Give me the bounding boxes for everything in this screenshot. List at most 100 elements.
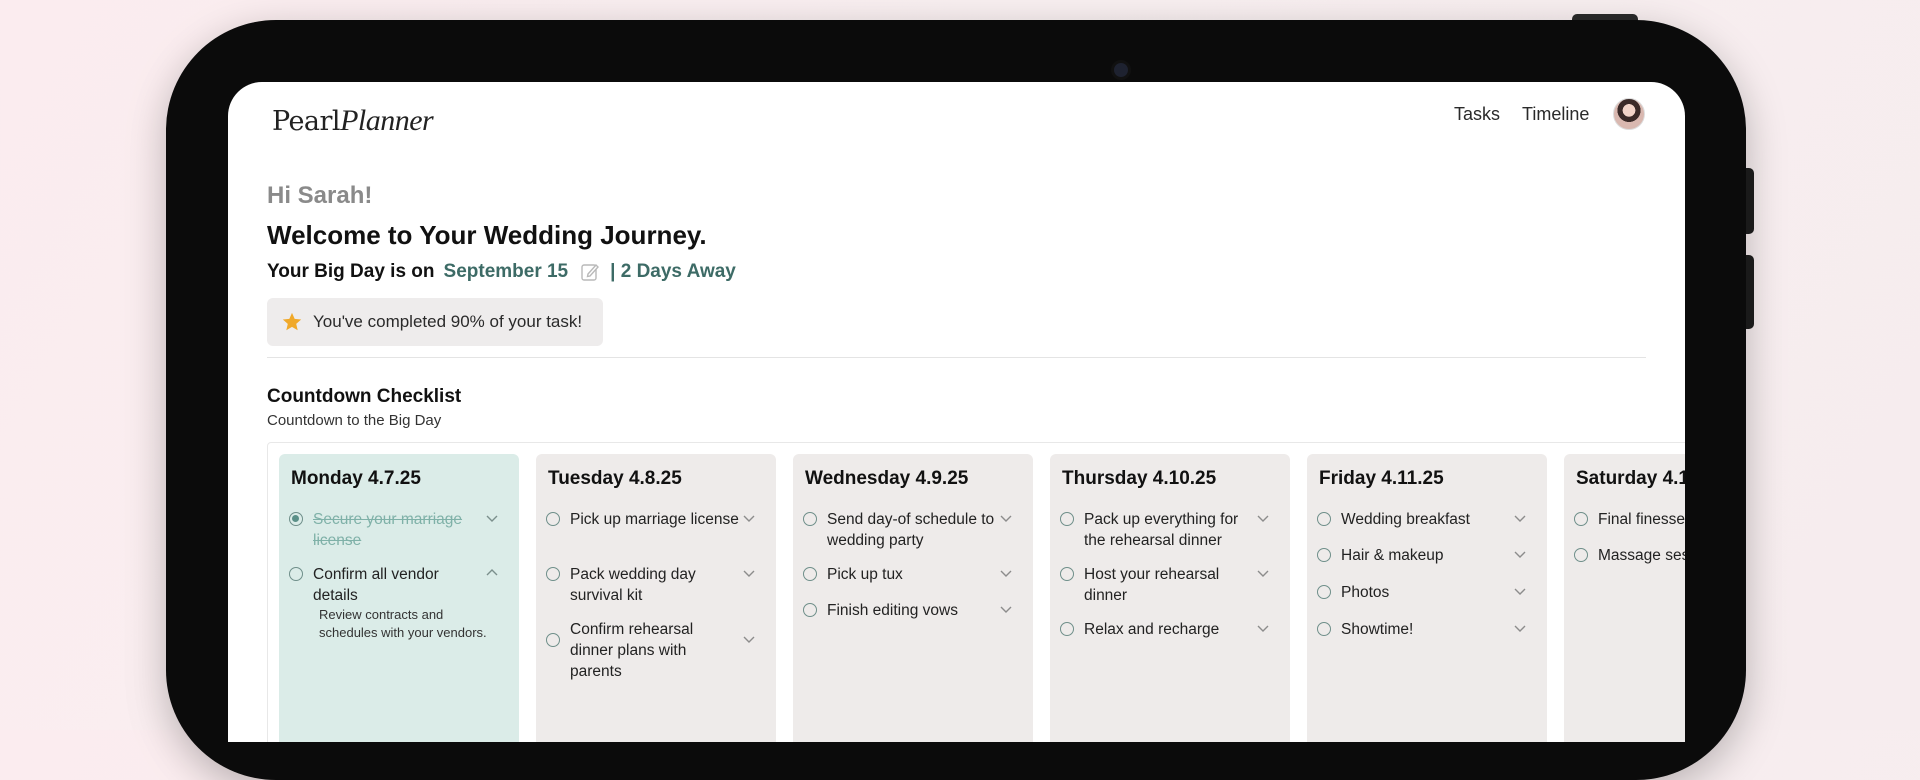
chevron-down-icon[interactable]	[1513, 623, 1527, 633]
task-checkbox[interactable]	[1317, 585, 1331, 599]
page-title: Welcome to Your Wedding Journey.	[267, 220, 707, 250]
task-item[interactable]: Finish editing vows	[803, 600, 1023, 621]
task-checkbox[interactable]	[1060, 512, 1074, 526]
day-column-tuesday: Tuesday 4.8.25 Pick up marriage license …	[536, 454, 776, 742]
avatar[interactable]	[1613, 98, 1645, 130]
chevron-down-icon[interactable]	[1256, 623, 1270, 633]
task-label: Relax and recharge	[1084, 621, 1220, 638]
big-day-line: Your Big Day is on September 15 | 2 Days…	[267, 261, 736, 283]
task-item[interactable]: Massage ses	[1574, 545, 1685, 566]
chevron-down-icon[interactable]	[742, 568, 756, 578]
top-bar: PearlPlanner Tasks Timeline	[228, 82, 1685, 162]
greeting: Hi Sarah!	[267, 182, 373, 209]
chevron-down-icon[interactable]	[999, 513, 1013, 523]
task-item[interactable]: Hair & makeup	[1317, 545, 1537, 566]
progress-banner: You've completed 90% of your task!	[267, 298, 603, 346]
nav-timeline[interactable]: Timeline	[1522, 104, 1589, 125]
chevron-down-icon[interactable]	[1513, 513, 1527, 523]
day-title: Monday 4.7.25	[291, 468, 421, 489]
day-column-saturday: Saturday 4.1 Final finesse Massage ses	[1564, 454, 1685, 742]
device-side-button	[1746, 168, 1754, 234]
wedding-date: September 15	[443, 261, 569, 282]
day-title: Thursday 4.10.25	[1062, 468, 1217, 489]
task-checkbox[interactable]	[803, 512, 817, 526]
task-checkbox[interactable]	[1574, 512, 1588, 526]
task-item[interactable]: Send day-of schedule to wedding party	[803, 509, 1023, 551]
task-label: Confirm all vendor details	[313, 566, 439, 604]
task-checkbox[interactable]	[1317, 548, 1331, 562]
task-item[interactable]: Pack wedding day survival kit	[546, 564, 766, 606]
day-title: Friday 4.11.25	[1319, 468, 1444, 489]
task-checkbox[interactable]	[289, 512, 303, 526]
task-item[interactable]: Confirm all vendor details	[289, 564, 509, 606]
task-label: Host your rehearsal dinner	[1084, 566, 1220, 604]
task-item[interactable]: Secure your marriage license	[289, 509, 509, 551]
task-checkbox[interactable]	[546, 567, 560, 581]
day-column-thursday: Thursday 4.10.25 Pack up everything for …	[1050, 454, 1290, 742]
task-checkbox[interactable]	[1060, 622, 1074, 636]
task-checkbox[interactable]	[289, 567, 303, 581]
task-checkbox[interactable]	[546, 633, 560, 647]
task-label: Showtime!	[1341, 621, 1414, 638]
chevron-down-icon[interactable]	[1256, 513, 1270, 523]
task-item[interactable]: Pick up marriage license	[546, 509, 766, 530]
days-away: | 2 Days Away	[610, 261, 736, 282]
chevron-down-icon[interactable]	[742, 513, 756, 523]
task-checkbox[interactable]	[1317, 622, 1331, 636]
task-label: Final finesse	[1598, 511, 1685, 528]
day-title: Wednesday 4.9.25	[805, 468, 969, 489]
chevron-down-icon[interactable]	[1256, 568, 1270, 578]
task-checkbox[interactable]	[1317, 512, 1331, 526]
task-checkbox[interactable]	[803, 603, 817, 617]
day-column-friday: Friday 4.11.25 Wedding breakfast Hair & …	[1307, 454, 1547, 742]
task-checkbox[interactable]	[546, 512, 560, 526]
task-label: Send day-of schedule to wedding party	[827, 511, 995, 549]
task-item[interactable]: Photos	[1317, 582, 1537, 603]
divider	[267, 357, 1646, 358]
day-column-wednesday: Wednesday 4.9.25 Send day-of schedule to…	[793, 454, 1033, 742]
camera-icon	[1111, 60, 1131, 80]
task-checkbox[interactable]	[803, 567, 817, 581]
chevron-down-icon[interactable]	[485, 513, 499, 523]
progress-text: You've completed 90% of your task!	[313, 312, 583, 331]
task-checkbox[interactable]	[1574, 548, 1588, 562]
chevron-down-icon[interactable]	[999, 568, 1013, 578]
task-label: Pack up everything for the rehearsal din…	[1084, 511, 1239, 549]
logo-main: Pearl	[272, 106, 341, 137]
task-label: Photos	[1341, 584, 1390, 601]
day-title: Saturday 4.1	[1576, 468, 1685, 489]
task-item[interactable]: Pick up tux	[803, 564, 1023, 585]
task-item[interactable]: Pack up everything for the rehearsal din…	[1060, 509, 1280, 551]
task-item[interactable]: Wedding breakfast	[1317, 509, 1537, 530]
task-label: Pack wedding day survival kit	[570, 566, 696, 604]
task-detail: Review contracts and schedules with your…	[319, 607, 487, 640]
task-label: Confirm rehearsal dinner plans with pare…	[570, 621, 694, 680]
chevron-down-icon[interactable]	[1513, 549, 1527, 559]
task-checkbox[interactable]	[1060, 567, 1074, 581]
task-label: Secure your marriage license	[313, 511, 463, 549]
day-column-monday: Monday 4.7.25 Secure your marriage licen…	[279, 454, 519, 742]
logo-script: Planner	[340, 104, 434, 137]
task-label: Pick up tux	[827, 566, 903, 583]
chevron-down-icon[interactable]	[1513, 586, 1527, 596]
task-item[interactable]: Confirm rehearsal dinner plans with pare…	[546, 619, 766, 682]
task-item[interactable]: Relax and recharge	[1060, 619, 1280, 640]
device-side-button	[1746, 255, 1754, 329]
task-label: Pick up marriage license	[570, 511, 739, 528]
pencil-icon[interactable]	[580, 262, 600, 282]
star-icon	[282, 312, 302, 331]
day-title: Tuesday 4.8.25	[548, 468, 682, 489]
task-label: Massage ses	[1598, 547, 1685, 564]
chevron-up-icon[interactable]	[485, 568, 499, 578]
big-day-prefix: Your Big Day is on	[267, 261, 435, 282]
nav-tasks[interactable]: Tasks	[1454, 104, 1500, 125]
task-label: Hair & makeup	[1341, 547, 1444, 564]
section-title: Countdown Checklist	[267, 386, 462, 407]
chevron-down-icon[interactable]	[999, 604, 1013, 614]
task-label: Finish editing vows	[827, 602, 958, 619]
logo[interactable]: PearlPlanner	[272, 104, 434, 138]
task-item[interactable]: Showtime!	[1317, 619, 1537, 640]
task-item[interactable]: Host your rehearsal dinner	[1060, 564, 1280, 606]
task-item[interactable]: Final finesse	[1574, 509, 1685, 530]
chevron-down-icon[interactable]	[742, 634, 756, 644]
